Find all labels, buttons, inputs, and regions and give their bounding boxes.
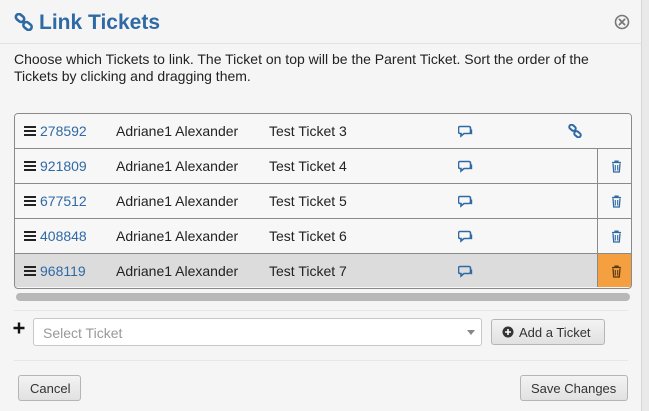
ticket-id-link[interactable]: 921809: [40, 158, 87, 175]
cancel-button[interactable]: Cancel: [18, 375, 81, 401]
comment-icon[interactable]: [458, 230, 473, 243]
comment-icon[interactable]: [458, 195, 473, 208]
ticket-owner: Adriane1 Alexander: [116, 263, 239, 279]
add-ticket-label: Add a Ticket: [519, 325, 591, 340]
ticket-row[interactable]: 278592 Adriane1 Alexander Test Ticket 3: [15, 114, 631, 149]
ticket-owner: Adriane1 Alexander: [116, 158, 239, 174]
ticket-subject: Test Ticket 4: [269, 158, 347, 174]
trash-icon: [612, 160, 621, 173]
delete-ticket-button[interactable]: [597, 219, 631, 253]
cancel-label: Cancel: [30, 381, 71, 396]
divider: [14, 360, 628, 361]
ticket-subject: Test Ticket 3: [269, 123, 347, 139]
delete-ticket-button[interactable]: [597, 149, 631, 183]
delete-ticket-button[interactable]: [597, 184, 631, 218]
modal-header: Link Tickets: [0, 0, 641, 44]
delete-ticket-button[interactable]: [597, 254, 631, 287]
ticket-owner: Adriane1 Alexander: [116, 228, 239, 244]
ticket-row[interactable]: 921809 Adriane1 Alexander Test Ticket 4: [15, 149, 631, 184]
comment-icon[interactable]: [458, 160, 473, 173]
select-ticket-placeholder: Select Ticket: [43, 325, 123, 341]
ticket-subject: Test Ticket 5: [269, 193, 347, 209]
ticket-owner: Adriane1 Alexander: [116, 193, 239, 209]
trash-icon: [612, 265, 621, 278]
link-tickets-modal: Link Tickets Choose which Tickets to lin…: [0, 0, 649, 411]
drag-handle-icon[interactable]: [24, 231, 36, 241]
trash-icon: [612, 195, 621, 208]
trash-icon: [612, 230, 621, 243]
ticket-id-link[interactable]: 677512: [40, 193, 87, 210]
comment-icon[interactable]: [458, 265, 473, 278]
horizontal-scrollbar[interactable]: [16, 293, 630, 301]
drag-handle-icon[interactable]: [24, 161, 36, 171]
parent-link-icon: [568, 124, 582, 138]
ticket-row[interactable]: 408848 Adriane1 Alexander Test Ticket 6: [15, 219, 631, 254]
window-edge: [641, 0, 649, 411]
save-changes-button[interactable]: Save Changes: [520, 375, 628, 401]
ticket-owner: Adriane1 Alexander: [116, 123, 239, 139]
plus-circle-icon: [502, 326, 514, 338]
ticket-list: 278592 Adriane1 Alexander Test Ticket 3 …: [14, 113, 632, 289]
select-ticket-dropdown[interactable]: Select Ticket: [33, 318, 482, 346]
plus-icon[interactable]: [12, 321, 26, 335]
link-icon: [14, 13, 33, 31]
ticket-row[interactable]: 677512 Adriane1 Alexander Test Ticket 5: [15, 184, 631, 219]
chevron-down-icon: [467, 330, 475, 335]
drag-handle-icon[interactable]: [24, 126, 36, 136]
save-label: Save Changes: [531, 381, 617, 396]
ticket-id-link[interactable]: 968119: [40, 263, 86, 280]
instructions-text: Choose which Tickets to link. The Ticket…: [14, 51, 589, 84]
ticket-row[interactable]: 968119 Adriane1 Alexander Test Ticket 7: [15, 254, 631, 287]
comment-icon[interactable]: [458, 125, 473, 138]
divider: [14, 310, 628, 311]
ticket-id-link[interactable]: 408848: [40, 228, 87, 245]
drag-handle-icon[interactable]: [24, 266, 36, 276]
ticket-subject: Test Ticket 7: [269, 263, 347, 279]
modal-title: Link Tickets: [39, 11, 160, 34]
close-icon[interactable]: [614, 14, 630, 30]
drag-handle-icon[interactable]: [24, 196, 36, 206]
ticket-subject: Test Ticket 6: [269, 228, 347, 244]
add-ticket-button[interactable]: Add a Ticket: [491, 319, 605, 345]
ticket-id-link[interactable]: 278592: [40, 123, 87, 140]
